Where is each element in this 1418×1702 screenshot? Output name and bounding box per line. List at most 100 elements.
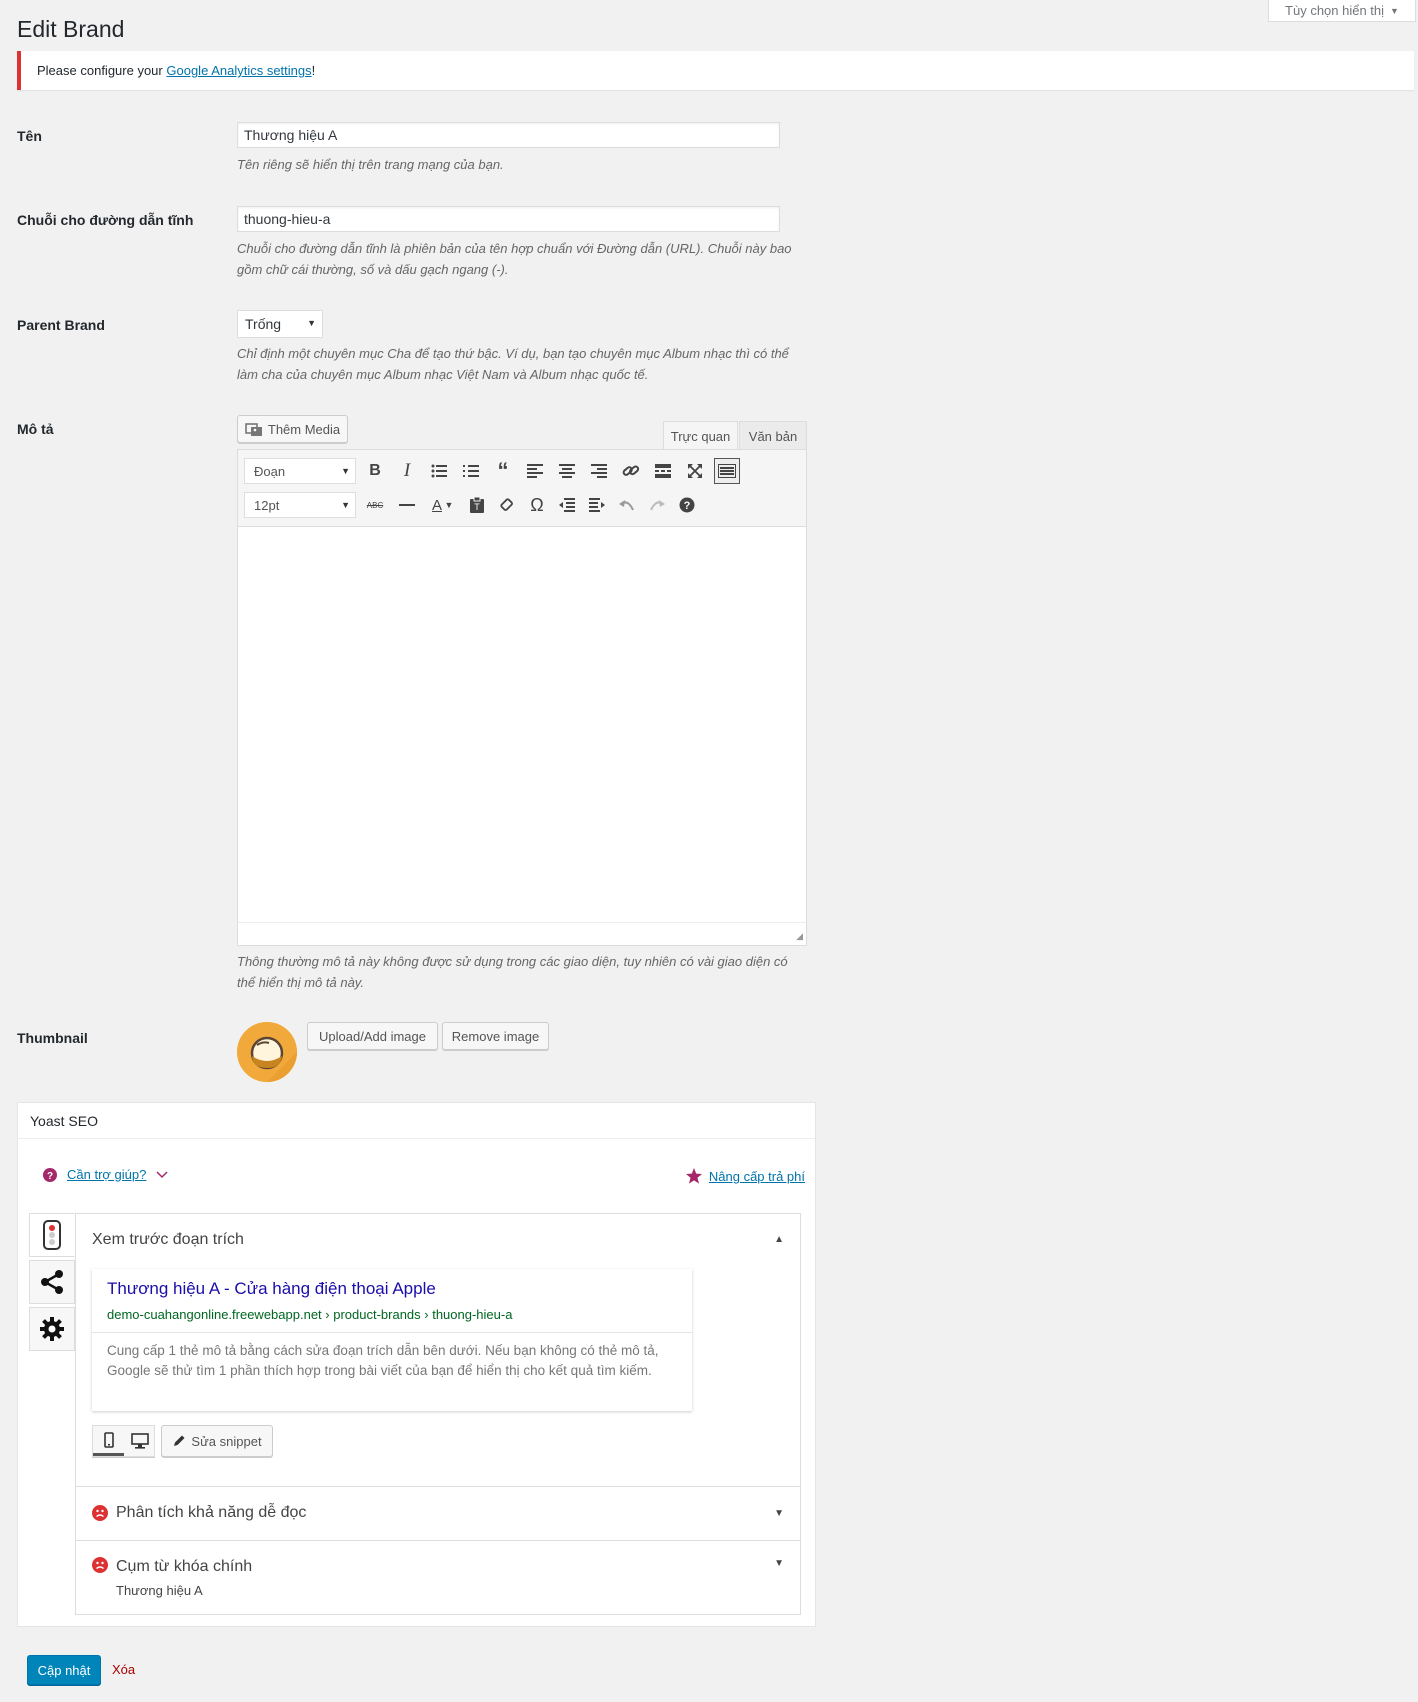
- add-media-button[interactable]: Thêm Media: [237, 415, 348, 443]
- horizontal-line-icon[interactable]: [394, 492, 420, 518]
- caret-down-icon: ▼: [1390, 5, 1399, 16]
- edit-snippet-button[interactable]: Sửa snippet: [161, 1425, 273, 1457]
- svg-text:?: ?: [684, 500, 691, 512]
- numbered-list-icon[interactable]: [458, 458, 484, 484]
- thumbnail-image: [237, 1022, 297, 1082]
- help-toggle[interactable]: ? Cần trợ giúp?: [43, 1167, 168, 1182]
- readability-title: Phân tích khả năng dễ đọc: [116, 1504, 307, 1521]
- snippet-description: Cung cấp 1 thẻ mô tả bằng cách sửa đoạn …: [107, 1343, 659, 1378]
- tab-settings[interactable]: [29, 1307, 75, 1351]
- resize-handle-icon[interactable]: ◢: [796, 931, 803, 942]
- read-more-icon[interactable]: [650, 458, 676, 484]
- caret-down-icon: ▼: [774, 1508, 784, 1519]
- update-button[interactable]: Cập nhật: [27, 1655, 101, 1685]
- description-label: Mô tả: [17, 421, 54, 437]
- yoast-seo-metabox: Yoast SEO ? Cần trợ giúp? Nâng cấp trả p…: [17, 1102, 816, 1627]
- clear-formatting-icon[interactable]: [494, 492, 520, 518]
- editor-toolbar: Đoạn ▼ 12pt ▼ B I “ ABC A ▼ T Ω ?: [238, 450, 806, 527]
- tab-text[interactable]: Văn bản: [739, 421, 807, 450]
- pencil-icon: [174, 1435, 185, 1446]
- traffic-light-icon: [43, 1220, 61, 1250]
- tab-social[interactable]: [29, 1260, 75, 1304]
- strikethrough-icon[interactable]: ABC: [362, 492, 388, 518]
- mobile-icon: [103, 1431, 114, 1448]
- fullscreen-icon[interactable]: [682, 458, 708, 484]
- sad-face-icon: [92, 1557, 108, 1573]
- slug-description: Chuỗi cho đường dẫn tĩnh là phiên bản củ…: [237, 241, 792, 277]
- help-link[interactable]: Cần trợ giúp?: [67, 1167, 146, 1182]
- tab-visual[interactable]: Trực quan: [663, 421, 738, 450]
- snippet-url: demo-cuahangonline.freewebapp.net › prod…: [107, 1307, 513, 1322]
- caret-up-icon[interactable]: ▲: [774, 1234, 784, 1245]
- name-description: Tên riêng sẽ hiển thị trên trang mạng củ…: [237, 157, 504, 172]
- tab-seo[interactable]: [29, 1213, 75, 1257]
- remove-image-button[interactable]: Remove image: [442, 1022, 549, 1050]
- snippet-preview[interactable]: Thương hiệu A - Cửa hàng điện thoại Appl…: [92, 1269, 692, 1411]
- parent-brand-description: Chỉ định một chuyên mục Cha để tạo thứ b…: [237, 346, 789, 382]
- share-icon: [41, 1270, 63, 1294]
- align-left-icon[interactable]: [522, 458, 548, 484]
- italic-icon[interactable]: I: [394, 458, 420, 484]
- chevron-down-icon: [156, 1170, 168, 1178]
- slug-label: Chuỗi cho đường dẫn tĩnh: [17, 212, 194, 228]
- star-icon: [685, 1168, 702, 1184]
- bold-icon[interactable]: B: [362, 458, 388, 484]
- caret-down-icon[interactable]: ▼: [442, 492, 456, 518]
- sad-face-icon: [92, 1505, 108, 1521]
- caret-down-icon: ▼: [307, 318, 316, 328]
- undo-icon[interactable]: [614, 492, 640, 518]
- edit-snippet-label: Sửa snippet: [191, 1433, 262, 1449]
- device-toggle: [92, 1425, 155, 1457]
- keyphrase-value: Thương hiệu A: [116, 1583, 203, 1598]
- svg-text:?: ?: [47, 1171, 53, 1182]
- readability-analysis[interactable]: Phân tích khả năng dễ đọc ▼: [76, 1486, 800, 1540]
- format-select-value: Đoạn: [254, 463, 286, 479]
- align-right-icon[interactable]: [586, 458, 612, 484]
- font-size-select[interactable]: 12pt ▼: [244, 492, 356, 518]
- toolbar-toggle-icon[interactable]: [714, 458, 740, 484]
- special-character-icon[interactable]: Ω: [524, 492, 550, 518]
- help-icon[interactable]: ?: [674, 492, 700, 518]
- delete-link[interactable]: Xóa: [112, 1662, 135, 1677]
- snippet-divider: [92, 1332, 692, 1333]
- link-icon[interactable]: [618, 458, 644, 484]
- desktop-icon: [130, 1433, 149, 1449]
- description-editor: Đoạn ▼ 12pt ▼ B I “ ABC A ▼ T Ω ? ◢: [237, 449, 807, 946]
- upgrade-link[interactable]: Nâng cấp trả phí: [709, 1169, 805, 1184]
- caret-down-icon: ▼: [341, 500, 350, 510]
- slug-input[interactable]: thuong-hieu-a: [237, 206, 780, 232]
- name-input[interactable]: Thương hiệu A: [237, 122, 780, 148]
- analytics-notice: Please configure your Google Analytics s…: [17, 51, 1414, 90]
- editor-statusbar: ◢: [238, 922, 806, 945]
- notice-prefix: Please configure your: [37, 63, 163, 78]
- desktop-preview-button[interactable]: [124, 1426, 155, 1456]
- keyphrase-title: Cụm từ khóa chính: [116, 1558, 253, 1575]
- analytics-settings-link[interactable]: Google Analytics settings: [166, 63, 311, 78]
- snippet-heading[interactable]: Xem trước đoạn trích: [92, 1231, 244, 1249]
- page-title: Edit Brand: [17, 16, 125, 42]
- yoast-title: Yoast SEO: [18, 1103, 815, 1139]
- brand-logo-icon: [237, 1022, 297, 1082]
- redo-icon[interactable]: [644, 492, 670, 518]
- name-label: Tên: [17, 128, 42, 144]
- paste-text-icon[interactable]: T: [464, 492, 490, 518]
- align-center-icon[interactable]: [554, 458, 580, 484]
- screen-options-label: Tùy chọn hiển thị: [1285, 3, 1385, 18]
- outdent-icon[interactable]: [554, 492, 580, 518]
- blockquote-icon[interactable]: “: [490, 458, 516, 484]
- question-circle-icon: ?: [43, 1167, 57, 1182]
- mobile-preview-button[interactable]: [93, 1426, 124, 1456]
- description-help: Thông thường mô tả này không được sử dụn…: [237, 954, 788, 990]
- upgrade-premium[interactable]: Nâng cấp trả phí: [685, 1167, 805, 1185]
- parent-brand-label: Parent Brand: [17, 317, 105, 333]
- thumbnail-label: Thumbnail: [17, 1030, 88, 1046]
- parent-brand-select[interactable]: Trống ▼: [237, 310, 323, 338]
- upload-image-button[interactable]: Upload/Add image: [307, 1022, 438, 1050]
- format-select[interactable]: Đoạn ▼: [244, 458, 356, 484]
- bullet-list-icon[interactable]: [426, 458, 452, 484]
- screen-options-button[interactable]: Tùy chọn hiển thị ▼: [1268, 0, 1416, 22]
- focus-keyphrase[interactable]: Cụm từ khóa chính Thương hiệu A ▼: [76, 1540, 800, 1614]
- gear-icon: [40, 1317, 64, 1341]
- font-size-value: 12pt: [254, 497, 280, 513]
- indent-icon[interactable]: [584, 492, 610, 518]
